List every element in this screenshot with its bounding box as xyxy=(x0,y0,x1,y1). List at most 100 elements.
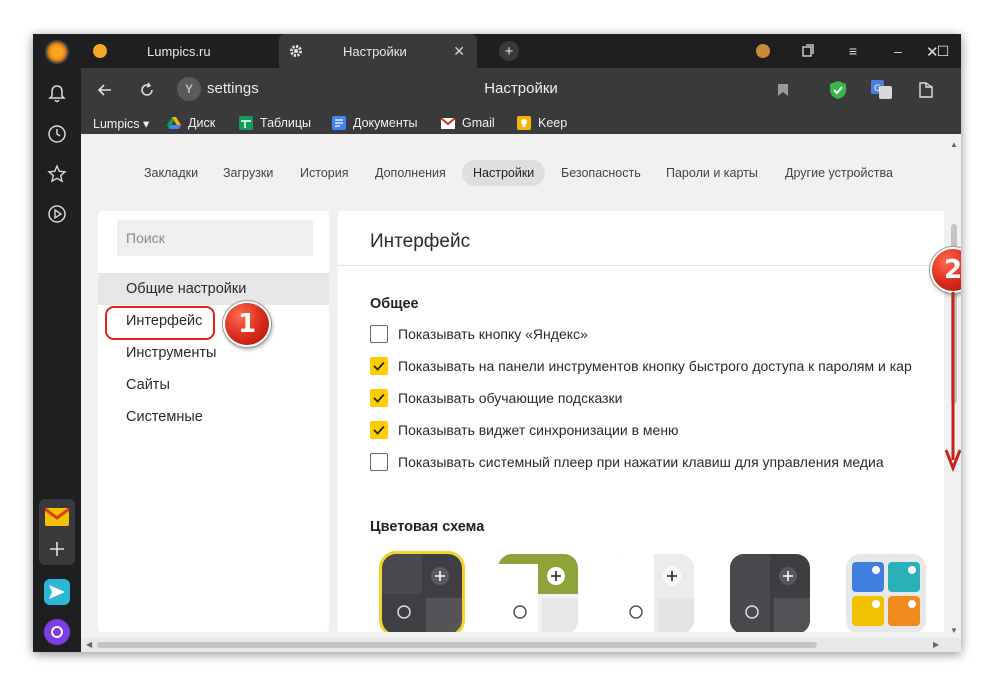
scroll-left-icon[interactable]: ◀ xyxy=(86,640,92,649)
option-label: Показывать на панели инструментов кнопку… xyxy=(398,358,912,374)
bookmark-label: Таблицы xyxy=(260,116,312,130)
svg-text:G: G xyxy=(874,84,881,94)
horizontal-scrollbar[interactable]: ◀ ▶ xyxy=(81,638,961,652)
check-icon xyxy=(373,393,385,403)
theme-graphite[interactable] xyxy=(730,554,810,632)
google-drive-icon xyxy=(167,116,181,130)
option-label: Показывать обучающие подсказки xyxy=(398,390,623,406)
address-bar[interactable]: settings xyxy=(207,80,259,97)
bookmarks-bar: Lumpics ▾ Диск Таблицы Документы Gmail K… xyxy=(81,112,961,134)
sidebar-item-tools[interactable]: Инструменты xyxy=(98,337,329,369)
settings-page: Закладки Загрузки История Дополнения Нас… xyxy=(81,134,961,652)
scroll-up-icon[interactable]: ▲ xyxy=(950,140,958,149)
color-scheme-title: Цветовая схема xyxy=(370,519,485,535)
search-input[interactable] xyxy=(117,220,313,256)
nav-downloads[interactable]: Загрузки xyxy=(212,160,284,186)
option-show-passwords-button[interactable]: Показывать на панели инструментов кнопку… xyxy=(370,356,912,376)
theme-olive[interactable] xyxy=(498,554,578,632)
minimize-icon[interactable]: – xyxy=(876,34,920,68)
back-arrow-icon[interactable] xyxy=(93,78,117,102)
nav-other-devices[interactable]: Другие устройства xyxy=(774,160,904,186)
annotation-highlight-box xyxy=(105,306,215,340)
profile-avatar-icon[interactable] xyxy=(741,34,785,68)
google-sheets-icon xyxy=(239,116,253,130)
google-keep-icon xyxy=(517,116,531,130)
nav-history[interactable]: История xyxy=(289,160,359,186)
horizontal-scroll-thumb[interactable] xyxy=(97,642,817,648)
alice-assistant-icon[interactable] xyxy=(43,618,71,646)
theme-colorful[interactable] xyxy=(846,554,926,632)
side-rail xyxy=(33,34,81,652)
translate-icon[interactable]: G xyxy=(870,78,894,102)
tab-lumpics[interactable]: Lumpics.ru xyxy=(91,34,281,68)
option-label: Показывать системный плеер при нажатии к… xyxy=(398,454,884,470)
nav-bookmarks[interactable]: Закладки xyxy=(133,160,209,186)
nav-passwords-cards[interactable]: Пароли и карты xyxy=(655,160,769,186)
settings-content: Интерфейс Общее Показывать кнопку «Яндек… xyxy=(338,211,944,632)
collections-icon[interactable] xyxy=(786,34,830,68)
star-icon[interactable] xyxy=(45,162,69,186)
bookmark-label: Документы xyxy=(353,116,418,130)
check-icon xyxy=(373,425,385,435)
option-label: Показывать кнопку «Яндекс» xyxy=(398,326,588,342)
gear-icon xyxy=(289,44,303,58)
history-clock-icon[interactable] xyxy=(45,122,69,146)
tab-settings[interactable]: Настройки ✕ xyxy=(279,34,477,68)
sidebar-item-system[interactable]: Системные xyxy=(98,401,329,433)
bookmark-label: Keep xyxy=(538,116,568,130)
nav-extensions[interactable]: Дополнения xyxy=(364,160,457,186)
browser-window: Lumpics.ru Настройки ✕ + ≡ – ☐ ✕ Y setti… xyxy=(33,34,961,652)
nav-security[interactable]: Безопасность xyxy=(550,160,652,186)
bookmark-docs[interactable]: Документы xyxy=(332,114,417,132)
nav-settings[interactable]: Настройки xyxy=(462,160,546,186)
option-show-yandex-button[interactable]: Показывать кнопку «Яндекс» xyxy=(370,324,588,344)
theme-light[interactable] xyxy=(614,554,694,632)
messenger-app-icon[interactable] xyxy=(43,578,71,606)
bookmark-gmail[interactable]: Gmail xyxy=(441,114,495,132)
section-title: Интерфейс xyxy=(370,231,471,252)
sidebar-item-general[interactable]: Общие настройки xyxy=(98,273,329,305)
bookmark-label: Lumpics ▾ xyxy=(93,116,150,131)
menu-icon[interactable]: ≡ xyxy=(831,34,875,68)
add-app-icon[interactable] xyxy=(43,535,71,563)
bell-icon[interactable] xyxy=(45,82,69,106)
option-show-system-player[interactable]: Показывать системный плеер при нажатии к… xyxy=(370,452,884,472)
section-divider xyxy=(338,265,944,266)
reload-icon[interactable] xyxy=(135,78,159,102)
browser-logo-icon[interactable] xyxy=(45,40,69,64)
mail-app-icon[interactable] xyxy=(43,503,71,531)
bookmark-keep[interactable]: Keep xyxy=(517,114,567,132)
checkbox-checked[interactable] xyxy=(370,389,388,407)
check-icon xyxy=(373,361,385,371)
annotation-down-arrow-icon xyxy=(944,292,961,472)
checkbox[interactable] xyxy=(370,453,388,471)
play-circle-icon[interactable] xyxy=(45,202,69,226)
protect-shield-icon[interactable] xyxy=(826,78,850,102)
gmail-icon xyxy=(441,116,455,130)
page-title: Настройки xyxy=(484,80,558,97)
bookmark-icon[interactable] xyxy=(771,78,795,102)
plus-icon: + xyxy=(499,41,519,61)
new-tab-button[interactable]: + xyxy=(496,34,522,68)
yandex-y-icon[interactable]: Y xyxy=(177,77,201,101)
extensions-icon[interactable] xyxy=(914,78,938,102)
scroll-right-icon[interactable]: ▶ xyxy=(933,640,939,649)
bookmark-sheets[interactable]: Таблицы xyxy=(239,114,311,132)
close-tab-icon[interactable]: ✕ xyxy=(453,43,465,60)
option-show-sync-widget[interactable]: Показывать виджет синхронизации в меню xyxy=(370,420,679,440)
theme-dark-selected[interactable] xyxy=(379,551,465,632)
settings-top-nav: Закладки Загрузки История Дополнения Нас… xyxy=(81,160,961,186)
bookmark-lumpics-folder[interactable]: Lumpics ▾ xyxy=(93,114,149,132)
google-docs-icon xyxy=(332,116,346,130)
sidebar-item-sites[interactable]: Сайты xyxy=(98,369,329,401)
checkbox-checked[interactable] xyxy=(370,357,388,375)
checkbox[interactable] xyxy=(370,325,388,343)
tab-label: Lumpics.ru xyxy=(147,43,211,59)
option-show-tips[interactable]: Показывать обучающие подсказки xyxy=(370,388,623,408)
checkbox-checked[interactable] xyxy=(370,421,388,439)
tab-strip: Lumpics.ru Настройки ✕ + ≡ – ☐ xyxy=(81,34,961,68)
scroll-down-icon[interactable]: ▼ xyxy=(950,626,958,635)
close-window-icon[interactable]: ✕ xyxy=(926,43,939,61)
bookmark-drive[interactable]: Диск xyxy=(167,114,215,132)
download-icon[interactable] xyxy=(959,78,961,102)
